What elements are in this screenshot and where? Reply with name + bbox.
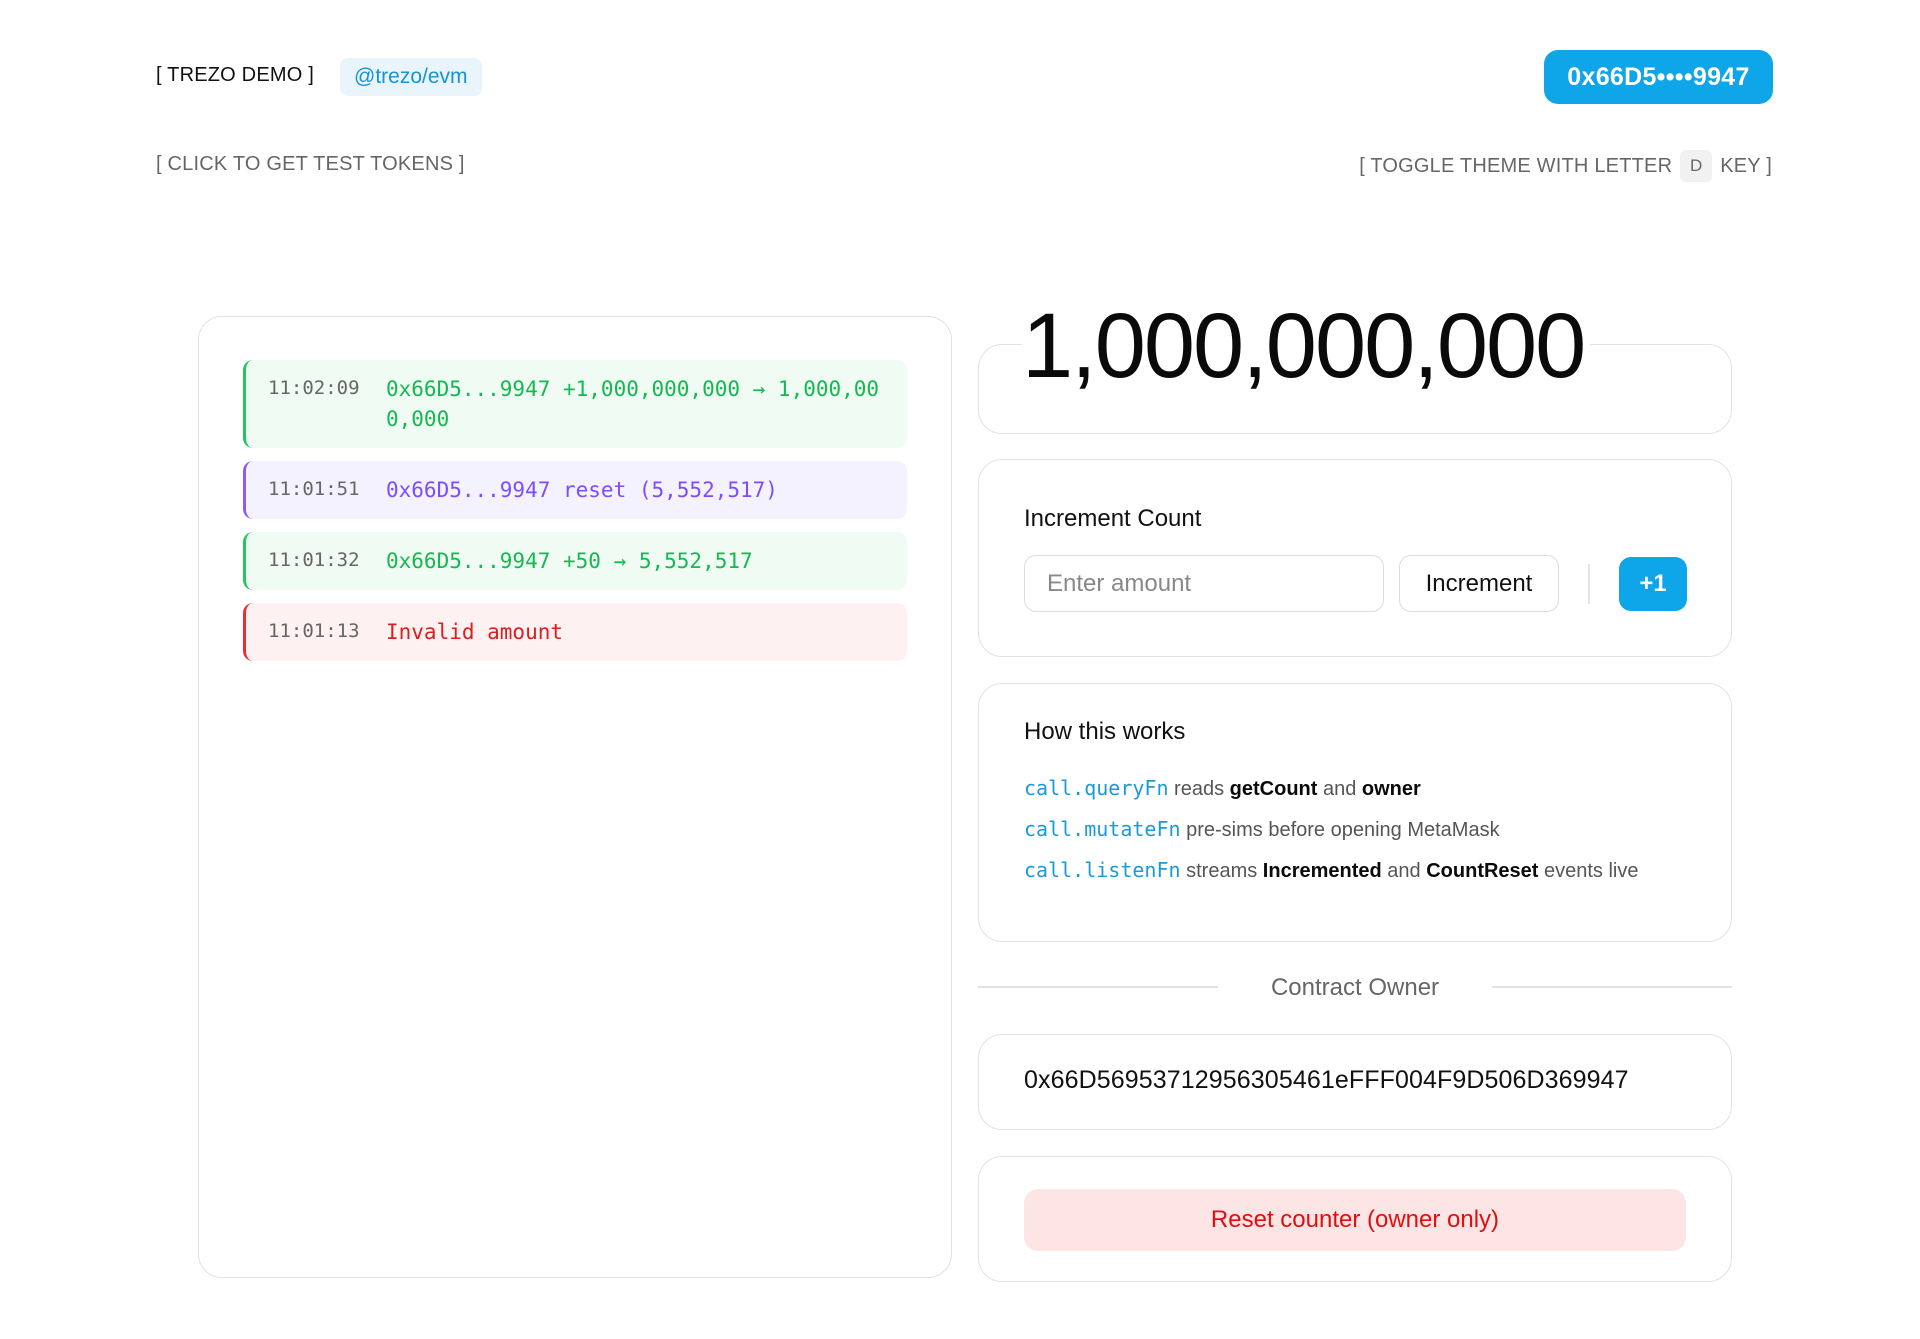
how-it-works-card: How this works call.queryFn reads getCou… bbox=[978, 683, 1732, 942]
reset-card: Reset counter (owner only) bbox=[978, 1156, 1732, 1282]
theme-toggle-hint: [ TOGGLE THEME WITH LETTER D KEY ] bbox=[1359, 150, 1772, 182]
theme-hint-suffix: KEY ] bbox=[1720, 154, 1772, 177]
how-it-works-item: call.mutateFn pre-sims before opening Me… bbox=[1024, 815, 1684, 845]
divider bbox=[1588, 564, 1590, 604]
log-time: 11:02:09 bbox=[268, 377, 360, 399]
brand-title: [ TREZO DEMO ] bbox=[156, 64, 314, 86]
increment-card: Increment Count Increment +1 bbox=[978, 459, 1732, 657]
log-message: 0x66D5...9947 +50 → 5,552,517 bbox=[386, 549, 753, 573]
log-entry: 11:01:13 Invalid amount bbox=[243, 603, 907, 661]
log-entry: 11:01:51 0x66D5...9947 reset (5,552,517) bbox=[243, 461, 907, 519]
increment-button[interactable]: Increment bbox=[1399, 555, 1559, 612]
how-it-works-item: call.queryFn reads getCount and owner bbox=[1024, 774, 1684, 804]
emphasis-text: Incremented bbox=[1262, 860, 1382, 882]
log-entry: 11:01:32 0x66D5...9947 +50 → 5,552,517 bbox=[243, 532, 907, 590]
log-message: Invalid amount bbox=[386, 620, 564, 644]
increment-title: Increment Count bbox=[1024, 505, 1202, 532]
owner-address-card: 0x66D56953712956305461eFFF004F9D506D3699… bbox=[978, 1034, 1732, 1130]
event-log-panel: 11:02:09 0x66D5...9947 +1,000,000,000 → … bbox=[198, 316, 952, 1278]
function-name: call.mutateFn bbox=[1024, 817, 1181, 841]
description-text: and bbox=[1317, 778, 1362, 800]
log-time: 11:01:13 bbox=[268, 620, 360, 642]
amount-input[interactable] bbox=[1024, 555, 1384, 612]
emphasis-text: CountReset bbox=[1426, 860, 1539, 882]
log-entry: 11:02:09 0x66D5...9947 +1,000,000,000 → … bbox=[243, 360, 907, 448]
owner-address: 0x66D56953712956305461eFFF004F9D506D3699… bbox=[1024, 1066, 1629, 1094]
package-tag[interactable]: @trezo/evm bbox=[340, 58, 482, 96]
theme-key-badge: D bbox=[1680, 150, 1713, 182]
contract-owner-label: Contract Owner bbox=[1270, 974, 1440, 1001]
function-name: call.listenFn bbox=[1024, 858, 1181, 882]
log-time: 11:01:51 bbox=[268, 478, 360, 500]
emphasis-text: owner bbox=[1361, 778, 1421, 800]
page: [ TREZO DEMO ] @trezo/evm 0x66D5••••9947… bbox=[0, 0, 1920, 1339]
contract-owner-divider: Contract Owner bbox=[978, 974, 1732, 1001]
description-text: reads bbox=[1168, 778, 1230, 800]
counter-value: 1,000,000,000 bbox=[1022, 296, 1591, 396]
description-text: pre-sims before opening MetaMask bbox=[1180, 819, 1500, 841]
get-test-tokens-link[interactable]: [ CLICK TO GET TEST TOKENS ] bbox=[156, 153, 465, 176]
emphasis-text: getCount bbox=[1229, 778, 1318, 800]
description-text: streams bbox=[1180, 860, 1263, 882]
wallet-address-button[interactable]: 0x66D5••••9947 bbox=[1544, 50, 1773, 104]
how-it-works-title: How this works bbox=[1024, 718, 1186, 745]
function-name: call.queryFn bbox=[1024, 776, 1169, 800]
log-message: 0x66D5...9947 +1,000,000,000 → 1,000,000… bbox=[386, 377, 880, 431]
how-it-works-item: call.listenFn streams Incremented and Co… bbox=[1024, 856, 1684, 886]
how-it-works-list: call.queryFn reads getCount and owner ca… bbox=[1024, 774, 1684, 897]
reset-counter-button[interactable]: Reset counter (owner only) bbox=[1024, 1189, 1686, 1251]
description-text: events live bbox=[1538, 860, 1639, 882]
increment-by-one-button[interactable]: +1 bbox=[1619, 557, 1687, 611]
log-time: 11:01:32 bbox=[268, 549, 360, 571]
event-log-list: 11:02:09 0x66D5...9947 +1,000,000,000 → … bbox=[243, 360, 907, 674]
divider-line bbox=[1492, 986, 1732, 988]
theme-hint-prefix: [ TOGGLE THEME WITH LETTER bbox=[1359, 154, 1673, 177]
description-text: and bbox=[1381, 860, 1427, 882]
log-message: 0x66D5...9947 reset (5,552,517) bbox=[386, 478, 778, 502]
